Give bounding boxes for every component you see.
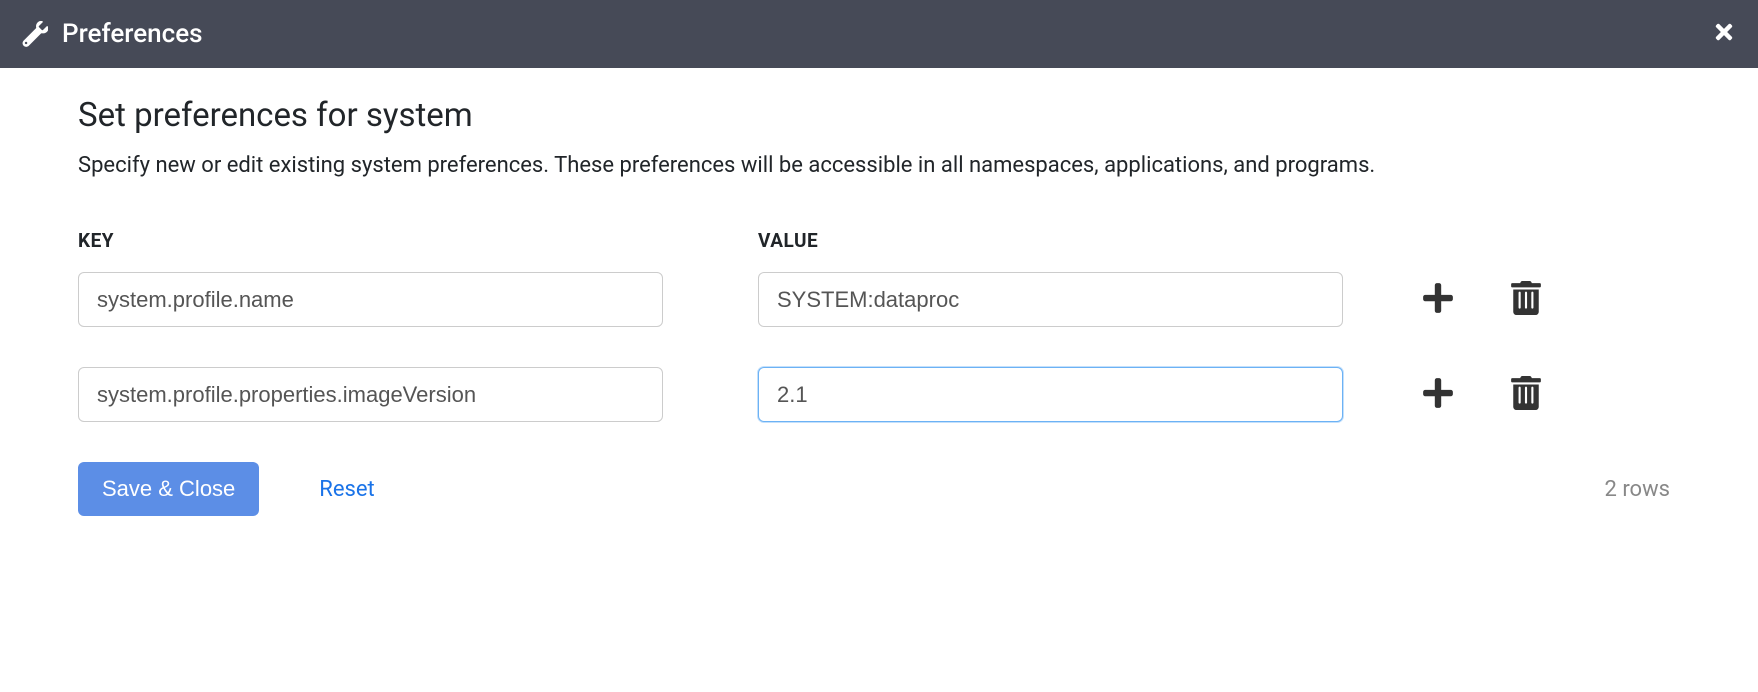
footer: Save & Close Reset 2 rows bbox=[78, 462, 1680, 516]
section-description: Specify new or edit existing system pref… bbox=[78, 149, 1538, 183]
trash-icon bbox=[1511, 376, 1541, 414]
row-actions bbox=[1421, 376, 1541, 414]
key-input[interactable] bbox=[78, 272, 663, 327]
rows-count: 2 rows bbox=[1605, 477, 1681, 502]
reset-link[interactable]: Reset bbox=[319, 477, 374, 502]
row-actions bbox=[1421, 281, 1541, 319]
plus-icon bbox=[1421, 281, 1455, 319]
plus-icon bbox=[1421, 376, 1455, 414]
trash-icon bbox=[1511, 281, 1541, 319]
modal-header-left: Preferences bbox=[22, 19, 203, 49]
value-input[interactable] bbox=[758, 272, 1343, 327]
add-row-button[interactable] bbox=[1421, 376, 1455, 414]
delete-row-button[interactable] bbox=[1511, 281, 1541, 319]
wrench-icon bbox=[22, 21, 48, 47]
key-input[interactable] bbox=[78, 367, 663, 422]
save-close-button[interactable]: Save & Close bbox=[78, 462, 259, 516]
column-header-key: KEY bbox=[78, 229, 758, 252]
close-icon bbox=[1712, 20, 1736, 44]
add-row-button[interactable] bbox=[1421, 281, 1455, 319]
column-header-value: VALUE bbox=[758, 229, 818, 252]
modal-title: Preferences bbox=[62, 19, 203, 49]
delete-row-button[interactable] bbox=[1511, 376, 1541, 414]
preference-row bbox=[78, 367, 1680, 422]
modal-body: Set preferences for system Specify new o… bbox=[0, 68, 1758, 516]
section-title: Set preferences for system bbox=[78, 96, 1680, 135]
close-button[interactable] bbox=[1712, 20, 1736, 48]
value-input[interactable] bbox=[758, 367, 1343, 422]
modal-header: Preferences bbox=[0, 0, 1758, 68]
column-headers: KEY VALUE bbox=[78, 229, 1680, 252]
preference-row bbox=[78, 272, 1680, 327]
